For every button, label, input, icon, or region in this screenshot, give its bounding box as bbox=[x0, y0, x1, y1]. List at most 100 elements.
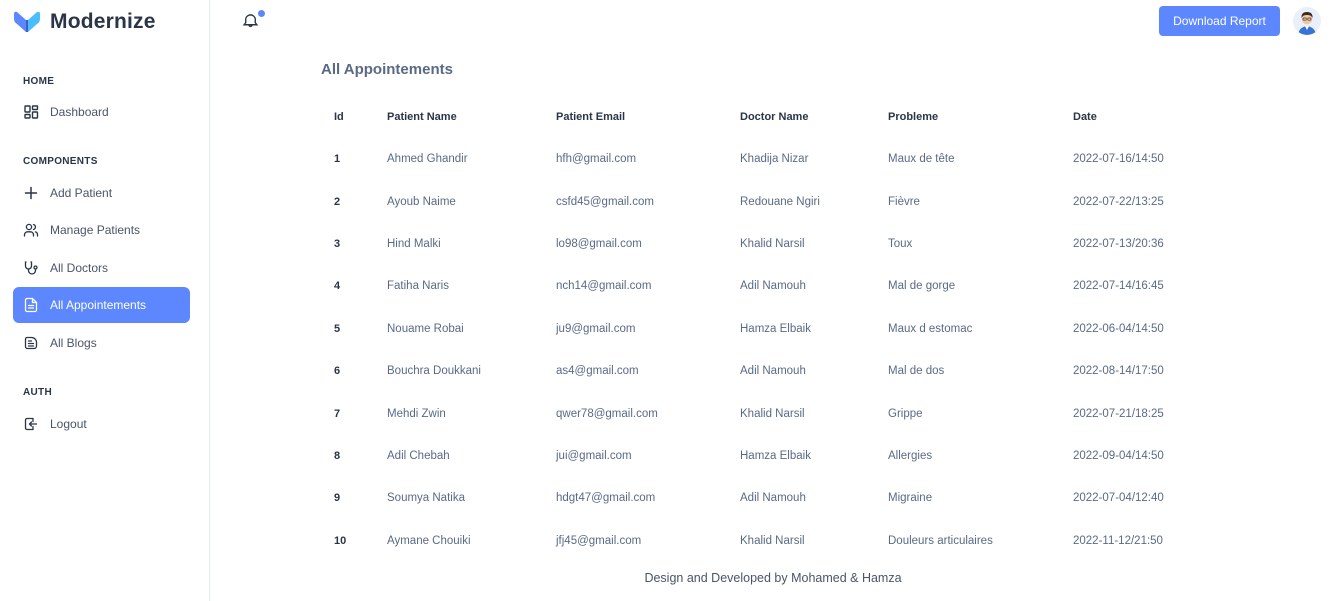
sidebar-item-label: Logout bbox=[50, 417, 87, 431]
cell-probleme: Grippe bbox=[888, 407, 923, 420]
users-icon bbox=[23, 222, 39, 238]
cell-patient-name: Adil Chebah bbox=[387, 449, 450, 462]
table-row: 3 Hind Malki lo98@gmail.com Khalid Narsi… bbox=[321, 223, 1200, 265]
cell-patient-name: Soumya Natika bbox=[387, 492, 465, 505]
cell-patient-email: as4@gmail.com bbox=[556, 365, 639, 378]
table-header-row: Id Patient Name Patient Email Doctor Nam… bbox=[321, 96, 1200, 138]
footer-credits: Design and Developed by Mohamed & Hamza bbox=[644, 571, 902, 585]
stethoscope-icon bbox=[23, 260, 39, 276]
cell-patient-name: Hind Malki bbox=[387, 237, 441, 250]
sidebar-item-label: Dashboard bbox=[50, 105, 109, 119]
cell-probleme: Maux d estomac bbox=[888, 322, 973, 335]
cell-patient-name: Aymane Chouiki bbox=[387, 534, 471, 547]
appointments-table: Id Patient Name Patient Email Doctor Nam… bbox=[321, 96, 1200, 562]
cell-id: 7 bbox=[334, 407, 341, 420]
cell-doctor-name: Khalid Narsil bbox=[740, 237, 805, 250]
modernize-logo-icon bbox=[14, 11, 40, 32]
table-row: 7 Mehdi Zwin qwer78@gmail.com Khalid Nar… bbox=[321, 392, 1200, 434]
table-row: 4 Fatiha Naris nch14@gmail.com Adil Namo… bbox=[321, 265, 1200, 307]
cell-id: 2 bbox=[334, 195, 341, 208]
cell-date: 2022-07-21/18:25 bbox=[1073, 407, 1164, 420]
column-header-date: Date bbox=[1073, 111, 1097, 123]
cell-id: 10 bbox=[334, 534, 347, 547]
table-row: 2 Ayoub Naime csfd45@gmail.com Redouane … bbox=[321, 180, 1200, 222]
table-row: 6 Bouchra Doukkani as4@gmail.com Adil Na… bbox=[321, 350, 1200, 392]
cell-probleme: Mal de gorge bbox=[888, 280, 956, 293]
cell-date: 2022-09-04/14:50 bbox=[1073, 449, 1164, 462]
cell-probleme: Fièvre bbox=[888, 195, 920, 208]
cell-id: 6 bbox=[334, 365, 341, 378]
cell-doctor-name: Khalid Narsil bbox=[740, 534, 805, 547]
column-header-patient-name: Patient Name bbox=[387, 111, 457, 123]
sidebar-item-manage-patients[interactable]: Manage Patients bbox=[13, 212, 190, 248]
cell-date: 2022-08-14/17:50 bbox=[1073, 365, 1164, 378]
cell-probleme: Douleurs articulaires bbox=[888, 534, 993, 547]
cell-id: 9 bbox=[334, 492, 341, 505]
cell-date: 2022-07-13/20:36 bbox=[1073, 237, 1164, 250]
cell-doctor-name: Adil Namouh bbox=[740, 365, 806, 378]
section-label-auth: AUTH bbox=[23, 387, 52, 398]
table-row: 5 Nouame Robai ju9@gmail.com Hamza Elbai… bbox=[321, 308, 1200, 350]
cell-id: 8 bbox=[334, 449, 341, 462]
cell-patient-email: csfd45@gmail.com bbox=[556, 195, 654, 208]
table-row: 10 Aymane Chouiki jfj45@gmail.com Khalid… bbox=[321, 520, 1200, 562]
cell-doctor-name: Hamza Elbaik bbox=[740, 449, 811, 462]
sidebar: Modernize HOME Dashboard COMPONENTS Add … bbox=[0, 0, 210, 601]
cell-patient-name: Ayoub Naime bbox=[387, 195, 456, 208]
notification-bell-icon[interactable] bbox=[242, 10, 265, 32]
cell-patient-email: jfj45@gmail.com bbox=[556, 534, 642, 547]
notification-dot bbox=[258, 10, 265, 17]
cell-patient-name: Mehdi Zwin bbox=[387, 407, 446, 420]
column-header-id: Id bbox=[334, 111, 344, 123]
cell-id: 3 bbox=[334, 237, 341, 250]
sidebar-item-all-appointements[interactable]: All Appointements bbox=[13, 287, 190, 323]
logout-icon bbox=[23, 416, 39, 432]
download-report-button[interactable]: Download Report bbox=[1159, 6, 1280, 36]
cell-doctor-name: Redouane Ngiri bbox=[740, 195, 820, 208]
page-title: All Appointements bbox=[321, 61, 453, 78]
cell-doctor-name: Adil Namouh bbox=[740, 492, 806, 505]
layout-dashboard-icon bbox=[23, 104, 39, 120]
cell-probleme: Migraine bbox=[888, 492, 933, 505]
sidebar-item-label: Manage Patients bbox=[50, 223, 141, 237]
section-label-components: COMPONENTS bbox=[23, 156, 98, 167]
file-description-icon bbox=[23, 297, 39, 313]
cell-patient-email: nch14@gmail.com bbox=[556, 280, 652, 293]
cell-doctor-name: Khadija Nizar bbox=[740, 153, 809, 166]
cell-patient-email: hfh@gmail.com bbox=[556, 153, 637, 166]
cell-patient-email: jui@gmail.com bbox=[556, 449, 632, 462]
cell-doctor-name: Adil Namouh bbox=[740, 280, 806, 293]
brand-logo[interactable]: Modernize bbox=[12, 9, 156, 35]
sidebar-item-all-blogs[interactable]: All Blogs bbox=[13, 325, 190, 361]
sidebar-item-label: All Doctors bbox=[50, 261, 109, 275]
cell-date: 2022-06-04/14:50 bbox=[1073, 322, 1164, 335]
table-row: 9 Soumya Natika hdgt47@gmail.com Adil Na… bbox=[321, 477, 1200, 519]
cell-patient-email: hdgt47@gmail.com bbox=[556, 492, 656, 505]
sidebar-item-add-patient[interactable]: Add Patient bbox=[13, 175, 190, 211]
avatar[interactable] bbox=[1293, 7, 1321, 35]
cell-date: 2022-11-12/21:50 bbox=[1073, 534, 1163, 547]
cell-date: 2022-07-04/12:40 bbox=[1073, 492, 1164, 505]
column-header-doctor-name: Doctor Name bbox=[740, 111, 809, 123]
cell-doctor-name: Khalid Narsil bbox=[740, 407, 805, 420]
sidebar-item-all-doctors[interactable]: All Doctors bbox=[13, 250, 190, 286]
cell-id: 5 bbox=[334, 322, 341, 335]
table-row: 8 Adil Chebah jui@gmail.com Hamza Elbaik… bbox=[321, 435, 1200, 477]
plus-icon bbox=[23, 185, 39, 201]
cell-id: 1 bbox=[334, 153, 341, 166]
user-avatar-icon bbox=[1293, 7, 1321, 35]
cell-patient-name: Fatiha Naris bbox=[387, 280, 449, 293]
cell-doctor-name: Hamza Elbaik bbox=[740, 322, 811, 335]
cell-probleme: Maux de tête bbox=[888, 153, 955, 166]
sidebar-item-dashboard[interactable]: Dashboard bbox=[13, 94, 190, 130]
cell-patient-name: Bouchra Doukkani bbox=[387, 365, 481, 378]
article-icon bbox=[23, 335, 39, 351]
cell-id: 4 bbox=[334, 280, 341, 293]
cell-patient-email: qwer78@gmail.com bbox=[556, 407, 658, 420]
section-label-home: HOME bbox=[23, 76, 55, 87]
sidebar-item-logout[interactable]: Logout bbox=[13, 406, 190, 442]
cell-probleme: Toux bbox=[888, 237, 913, 250]
column-header-probleme: Probleme bbox=[888, 111, 939, 123]
app-root: Modernize HOME Dashboard COMPONENTS Add … bbox=[0, 0, 1336, 601]
cell-patient-name: Nouame Robai bbox=[387, 322, 464, 335]
